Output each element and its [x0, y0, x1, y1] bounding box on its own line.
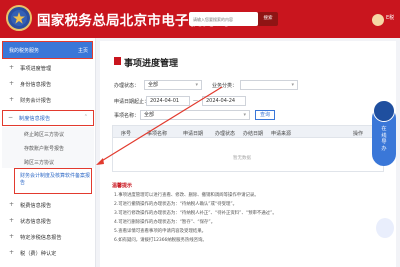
assistant-avatar-icon	[373, 100, 395, 122]
page: 国家税务总局北京市电子税务局 搜索 E税 我的税务服务 主页 + 事项进度管理 …	[0, 0, 400, 267]
assistant-bubble-icon[interactable]	[376, 218, 394, 238]
online-guide-label[interactable]: 在线导办	[379, 126, 389, 152]
annotation-arrow	[96, 86, 223, 165]
